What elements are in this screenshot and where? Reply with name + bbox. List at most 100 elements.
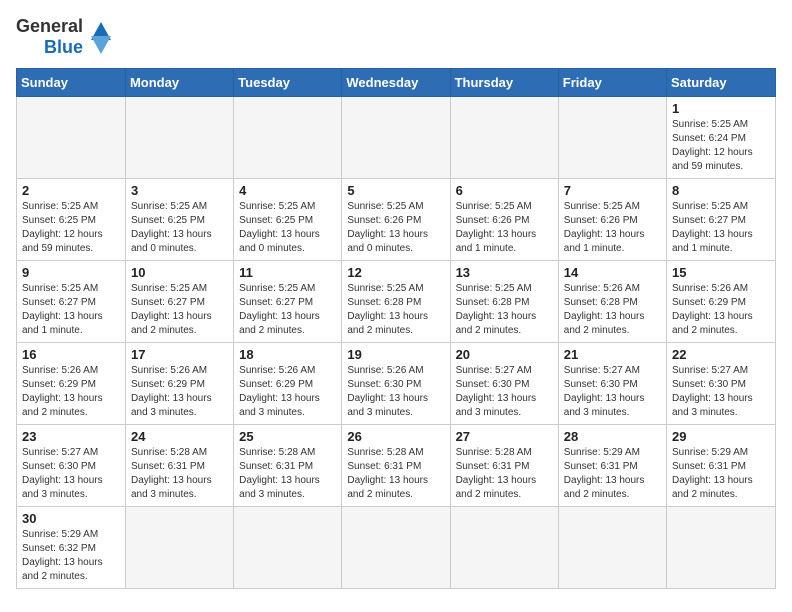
cell-info: Sunrise: 5:25 AMSunset: 6:25 PMDaylight:… — [131, 200, 228, 256]
calendar-week-row: 23 Sunrise: 5:27 AMSunset: 6:30 PMDayligh… — [17, 425, 776, 507]
header-wednesday: Wednesday — [342, 69, 450, 97]
cell-info: Sunrise: 5:27 AMSunset: 6:30 PMDaylight:… — [456, 364, 553, 420]
date-number: 29 — [672, 429, 770, 444]
cell-info: Sunrise: 5:28 AMSunset: 6:31 PMDaylight:… — [456, 446, 553, 502]
date-number: 22 — [672, 347, 770, 362]
date-number: 21 — [564, 347, 661, 362]
date-number: 15 — [672, 265, 770, 280]
cell-info: Sunrise: 5:29 AMSunset: 6:31 PMDaylight:… — [672, 446, 770, 502]
calendar-header-row: SundayMondayTuesdayWednesdayThursdayFrid… — [17, 69, 776, 97]
date-number: 25 — [239, 429, 336, 444]
date-number: 26 — [347, 429, 444, 444]
calendar-cell: 1 Sunrise: 5:25 AMSunset: 6:24 PMDaylight… — [666, 97, 775, 179]
cell-info: Sunrise: 5:25 AMSunset: 6:28 PMDaylight:… — [347, 282, 444, 338]
calendar-cell — [125, 97, 233, 179]
date-number: 7 — [564, 183, 661, 198]
date-number: 28 — [564, 429, 661, 444]
calendar-cell: 13 Sunrise: 5:25 AMSunset: 6:28 PMDayligh… — [450, 261, 558, 343]
header-sunday: Sunday — [17, 69, 126, 97]
calendar-cell — [342, 507, 450, 589]
cell-info: Sunrise: 5:26 AMSunset: 6:29 PMDaylight:… — [131, 364, 228, 420]
calendar-cell: 23 Sunrise: 5:27 AMSunset: 6:30 PMDayligh… — [17, 425, 126, 507]
calendar-cell: 9 Sunrise: 5:25 AMSunset: 6:27 PMDaylight… — [17, 261, 126, 343]
date-number: 4 — [239, 183, 336, 198]
date-number: 30 — [22, 511, 120, 526]
calendar-cell — [558, 97, 666, 179]
calendar-cell — [125, 507, 233, 589]
calendar-cell: 8 Sunrise: 5:25 AMSunset: 6:27 PMDaylight… — [666, 179, 775, 261]
cell-info: Sunrise: 5:28 AMSunset: 6:31 PMDaylight:… — [239, 446, 336, 502]
calendar-cell: 20Sunrise: 5:27 AMSunset: 6:30 PMDayligh… — [450, 343, 558, 425]
calendar-cell: 16 Sunrise: 5:26 AMSunset: 6:29 PMDayligh… — [17, 343, 126, 425]
cell-info: Sunrise: 5:27 AMSunset: 6:30 PMDaylight:… — [672, 364, 770, 420]
calendar-cell: 19Sunrise: 5:26 AMSunset: 6:30 PMDayligh… — [342, 343, 450, 425]
cell-info: Sunrise: 5:26 AMSunset: 6:28 PMDaylight:… — [564, 282, 661, 338]
calendar-cell: 5Sunrise: 5:25 AMSunset: 6:26 PMDaylight… — [342, 179, 450, 261]
date-number: 9 — [22, 265, 120, 280]
date-number: 1 — [672, 101, 770, 116]
date-number: 27 — [456, 429, 553, 444]
header-tuesday: Tuesday — [234, 69, 342, 97]
calendar-cell — [17, 97, 126, 179]
date-number: 24 — [131, 429, 228, 444]
calendar-cell: 26 Sunrise: 5:28 AMSunset: 6:31 PMDayligh… — [342, 425, 450, 507]
calendar-week-row: 2 Sunrise: 5:25 AMSunset: 6:25 PMDaylight… — [17, 179, 776, 261]
cell-info: Sunrise: 5:25 AMSunset: 6:27 PMDaylight:… — [22, 282, 120, 338]
calendar-cell — [558, 507, 666, 589]
header-thursday: Thursday — [450, 69, 558, 97]
calendar-cell: 18 Sunrise: 5:26 AMSunset: 6:29 PMDayligh… — [234, 343, 342, 425]
calendar-week-row: 16 Sunrise: 5:26 AMSunset: 6:29 PMDayligh… — [17, 343, 776, 425]
calendar-cell — [234, 97, 342, 179]
calendar-cell: 2 Sunrise: 5:25 AMSunset: 6:25 PMDaylight… — [17, 179, 126, 261]
calendar-cell: 15 Sunrise: 5:26 AMSunset: 6:29 PMDayligh… — [666, 261, 775, 343]
calendar-cell: 21 Sunrise: 5:27 AMSunset: 6:30 PMDayligh… — [558, 343, 666, 425]
cell-info: Sunrise: 5:25 AMSunset: 6:27 PMDaylight:… — [672, 200, 770, 256]
date-number: 16 — [22, 347, 120, 362]
page-header: General Blue — [16, 16, 776, 58]
calendar-cell: 28 Sunrise: 5:29 AMSunset: 6:31 PMDayligh… — [558, 425, 666, 507]
calendar-cell: 11Sunrise: 5:25 AMSunset: 6:27 PMDayligh… — [234, 261, 342, 343]
calendar-week-row: 30 Sunrise: 5:29 AMSunset: 6:32 PMDayligh… — [17, 507, 776, 589]
calendar-cell: 17 Sunrise: 5:26 AMSunset: 6:29 PMDayligh… — [125, 343, 233, 425]
calendar-cell — [450, 507, 558, 589]
cell-info: Sunrise: 5:25 AMSunset: 6:25 PMDaylight:… — [22, 200, 120, 256]
cell-info: Sunrise: 5:26 AMSunset: 6:30 PMDaylight:… — [347, 364, 444, 420]
date-number: 10 — [131, 265, 228, 280]
calendar-cell: 25 Sunrise: 5:28 AMSunset: 6:31 PMDayligh… — [234, 425, 342, 507]
cell-info: Sunrise: 5:25 AMSunset: 6:26 PMDaylight:… — [564, 200, 661, 256]
cell-info: Sunrise: 5:29 AMSunset: 6:32 PMDaylight:… — [22, 528, 120, 584]
date-number: 13 — [456, 265, 553, 280]
calendar-cell — [666, 507, 775, 589]
cell-info: Sunrise: 5:28 AMSunset: 6:31 PMDaylight:… — [347, 446, 444, 502]
calendar-table: SundayMondayTuesdayWednesdayThursdayFrid… — [16, 68, 776, 589]
cell-info: Sunrise: 5:27 AMSunset: 6:30 PMDaylight:… — [564, 364, 661, 420]
date-number: 3 — [131, 183, 228, 198]
header-friday: Friday — [558, 69, 666, 97]
cell-info: Sunrise: 5:29 AMSunset: 6:31 PMDaylight:… — [564, 446, 661, 502]
cell-info: Sunrise: 5:27 AMSunset: 6:30 PMDaylight:… — [22, 446, 120, 502]
cell-info: Sunrise: 5:26 AMSunset: 6:29 PMDaylight:… — [239, 364, 336, 420]
cell-info: Sunrise: 5:26 AMSunset: 6:29 PMDaylight:… — [22, 364, 120, 420]
date-number: 18 — [239, 347, 336, 362]
date-number: 17 — [131, 347, 228, 362]
cell-info: Sunrise: 5:25 AMSunset: 6:25 PMDaylight:… — [239, 200, 336, 256]
calendar-cell: 10Sunrise: 5:25 AMSunset: 6:27 PMDayligh… — [125, 261, 233, 343]
header-monday: Monday — [125, 69, 233, 97]
calendar-cell: 22 Sunrise: 5:27 AMSunset: 6:30 PMDayligh… — [666, 343, 775, 425]
calendar-cell: 29 Sunrise: 5:29 AMSunset: 6:31 PMDayligh… — [666, 425, 775, 507]
date-number: 5 — [347, 183, 444, 198]
cell-info: Sunrise: 5:26 AMSunset: 6:29 PMDaylight:… — [672, 282, 770, 338]
date-number: 12 — [347, 265, 444, 280]
calendar-cell: 6Sunrise: 5:25 AMSunset: 6:26 PMDaylight… — [450, 179, 558, 261]
header-saturday: Saturday — [666, 69, 775, 97]
cell-info: Sunrise: 5:25 AMSunset: 6:24 PMDaylight:… — [672, 118, 770, 174]
date-number: 6 — [456, 183, 553, 198]
calendar-cell: 4 Sunrise: 5:25 AMSunset: 6:25 PMDaylight… — [234, 179, 342, 261]
cell-info: Sunrise: 5:25 AMSunset: 6:28 PMDaylight:… — [456, 282, 553, 338]
logo-blue: Blue — [44, 37, 83, 58]
date-number: 23 — [22, 429, 120, 444]
logo: General Blue — [16, 16, 111, 58]
date-number: 2 — [22, 183, 120, 198]
date-number: 8 — [672, 183, 770, 198]
date-number: 11 — [239, 265, 336, 280]
